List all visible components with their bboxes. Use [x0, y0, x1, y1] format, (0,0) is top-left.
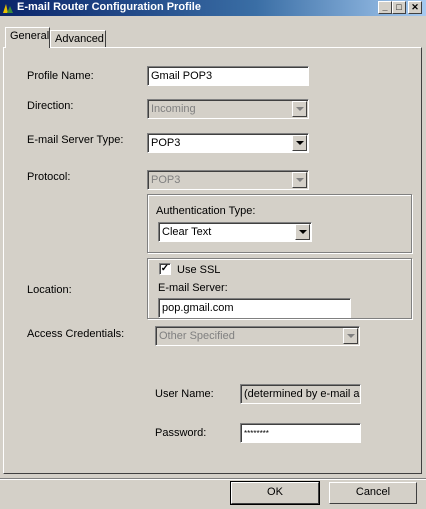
- user-name-input: (determined by e-mail addre: [240, 384, 361, 404]
- profile-name-label: Profile Name:: [27, 70, 94, 82]
- protocol-dropdown: POP3: [147, 170, 309, 190]
- password-label: Password:: [155, 427, 207, 439]
- tab-general[interactable]: General: [5, 27, 50, 48]
- tab-general-label: General: [10, 30, 50, 42]
- protocol-value: POP3: [151, 174, 181, 186]
- server-type-dropdown[interactable]: POP3: [147, 133, 309, 153]
- minimize-icon: _: [382, 2, 388, 12]
- protocol-label: Protocol:: [27, 171, 71, 183]
- tab-advanced-label: Advanced: [55, 33, 104, 45]
- location-label: Location:: [27, 284, 72, 296]
- close-button[interactable]: ✕: [408, 1, 422, 14]
- email-server-input[interactable]: pop.gmail.com: [158, 298, 351, 318]
- use-ssl-label[interactable]: Use SSL: [177, 264, 220, 276]
- direction-label: Direction:: [27, 100, 74, 112]
- server-type-value: POP3: [151, 137, 181, 149]
- chevron-down-icon[interactable]: [295, 224, 310, 240]
- title-bar[interactable]: E-mail Router Configuration Profile _ □ …: [0, 0, 426, 16]
- profile-name-input[interactable]: Gmail POP3: [147, 66, 309, 86]
- chevron-down-icon[interactable]: [292, 135, 307, 151]
- server-type-label: E-mail Server Type:: [27, 134, 124, 146]
- maximize-button[interactable]: □: [392, 1, 406, 14]
- chevron-down-icon: [343, 328, 358, 344]
- tab-advanced[interactable]: Advanced: [50, 30, 106, 48]
- checkmark-icon: ✓: [160, 263, 170, 274]
- minimize-button[interactable]: _: [378, 1, 392, 14]
- direction-dropdown: Incoming: [147, 99, 309, 119]
- direction-value: Incoming: [151, 103, 196, 115]
- use-ssl-checkbox[interactable]: ✓: [159, 263, 171, 275]
- access-credentials-dropdown: Other Specified: [155, 326, 360, 346]
- app-icon: [3, 4, 13, 13]
- cancel-button[interactable]: Cancel: [329, 482, 417, 504]
- footer-divider: [0, 478, 426, 480]
- email-server-label: E-mail Server:: [158, 282, 228, 294]
- access-credentials-value: Other Specified: [159, 330, 235, 342]
- user-name-label: User Name:: [155, 388, 214, 400]
- close-icon: ✕: [411, 2, 419, 12]
- window-title: E-mail Router Configuration Profile: [17, 1, 201, 13]
- access-credentials-label: Access Credentials:: [27, 328, 125, 340]
- authentication-type-label: Authentication Type:: [156, 205, 256, 217]
- ok-button[interactable]: OK: [230, 481, 320, 505]
- authentication-type-dropdown[interactable]: Clear Text: [158, 222, 312, 242]
- chevron-down-icon: [292, 101, 307, 117]
- password-input[interactable]: ********: [240, 423, 361, 443]
- maximize-icon: □: [396, 2, 402, 12]
- chevron-down-icon: [292, 172, 307, 188]
- authentication-type-value: Clear Text: [162, 226, 212, 238]
